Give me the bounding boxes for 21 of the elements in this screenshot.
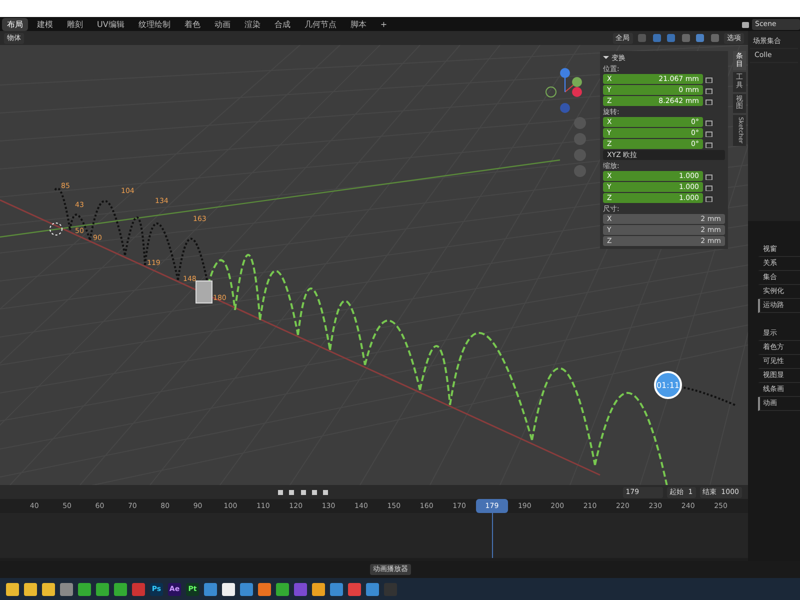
app-icon[interactable] xyxy=(222,582,235,596)
workspace-tab[interactable]: 动画 xyxy=(209,18,236,30)
app-icon[interactable] xyxy=(6,582,19,596)
workspace-tab[interactable]: UV编辑 xyxy=(92,18,130,30)
axis-gizmo-icon[interactable] xyxy=(546,68,582,113)
workspace-tab[interactable]: 建模 xyxy=(32,18,58,30)
workspace-tab[interactable]: 渲染 xyxy=(239,18,266,30)
selection-circle-icon xyxy=(50,222,62,236)
workspace-tab[interactable]: 脚本 xyxy=(345,18,372,30)
workspace-tab[interactable]: 合成 xyxy=(269,18,296,30)
add-workspace-button[interactable]: + xyxy=(375,18,392,30)
workspace-tab[interactable]: 雕刻 xyxy=(62,18,88,30)
workspace-tab[interactable]: 着色 xyxy=(179,18,206,30)
app-icon[interactable] xyxy=(24,582,37,596)
workspace-tab[interactable]: 几何节点 xyxy=(299,18,342,30)
workspace-tab[interactable]: 纹理绘制 xyxy=(133,18,176,30)
playhead-line xyxy=(492,513,494,558)
app-icon[interactable] xyxy=(42,582,55,596)
app-icon[interactable] xyxy=(312,582,325,596)
motion-path-arc xyxy=(297,288,331,350)
workspace-tab[interactable]: 布局 xyxy=(2,18,28,30)
